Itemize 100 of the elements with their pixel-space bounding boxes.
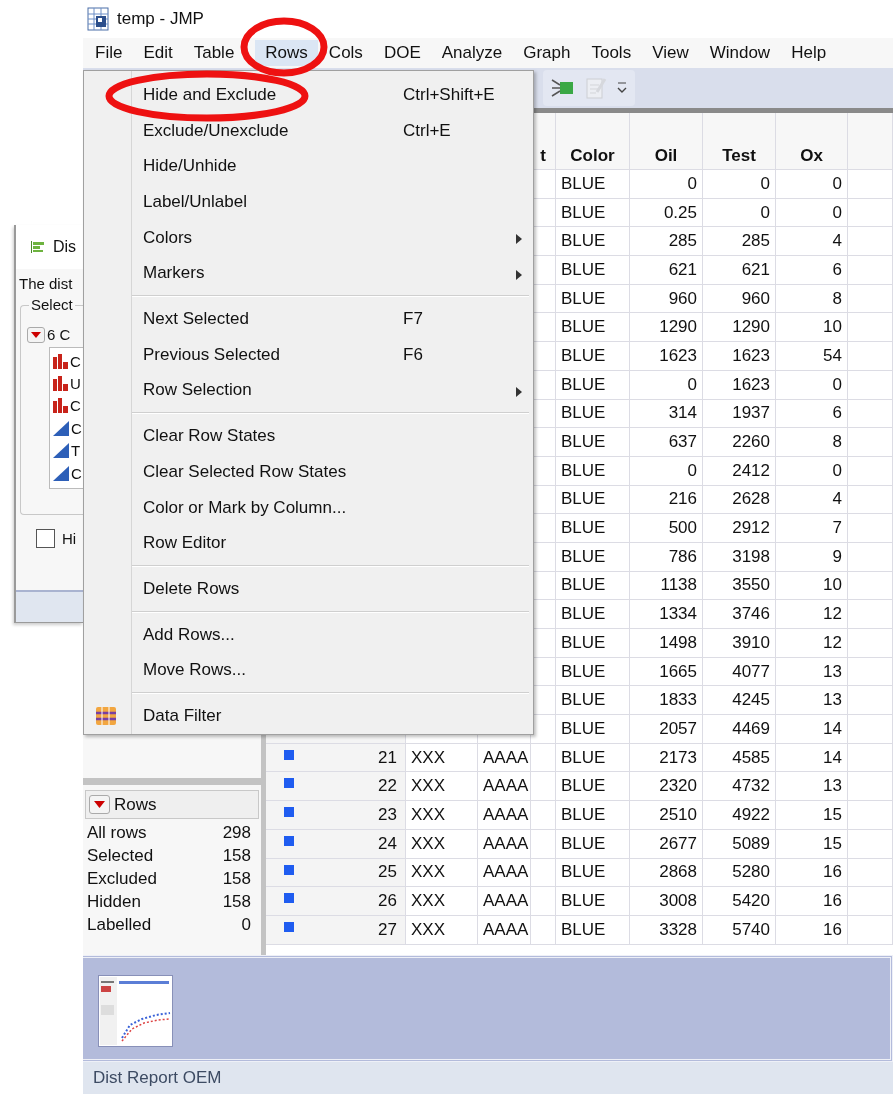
overflow-chevron-icon[interactable] (617, 81, 627, 95)
table-cell: 2628 (703, 485, 776, 515)
table-cell (848, 428, 893, 457)
menu-item[interactable]: Cols (318, 40, 373, 66)
menu-item[interactable]: Help (781, 40, 837, 66)
table-cell (848, 370, 893, 400)
row-header[interactable]: 24 (266, 829, 406, 859)
table-cell: XXX (406, 772, 478, 802)
table-cell: 3328 (630, 915, 703, 945)
disclosure-button[interactable] (27, 326, 45, 343)
disclosure-button[interactable] (89, 795, 110, 814)
table-cell: 16 (776, 858, 848, 888)
row-header[interactable]: 25 (266, 858, 406, 888)
table-cell: 0 (776, 198, 848, 228)
table-cell (848, 915, 893, 945)
column-header[interactable]: Test (703, 113, 776, 170)
table-cell (848, 514, 893, 543)
checkbox[interactable] (36, 529, 55, 548)
menu-item[interactable]: Analyze (431, 40, 513, 66)
menu-item[interactable]: Table (183, 40, 245, 66)
table-cell (848, 256, 893, 285)
network-icon[interactable] (551, 77, 575, 99)
column-name[interactable]: C (71, 419, 82, 437)
list-header: 6 C (47, 326, 71, 343)
menu-option[interactable]: Hide/Unhide (84, 148, 533, 185)
column-list[interactable]: C U C C T C (49, 347, 83, 490)
menu-item[interactable]: Graph (513, 40, 581, 66)
menu-item[interactable]: Tools (581, 40, 642, 66)
column-header[interactable]: Oil (630, 113, 703, 170)
menu-item[interactable]: Edit (133, 40, 183, 66)
column-header[interactable]: Ox (776, 113, 848, 170)
menu-option[interactable]: Clear Row States (84, 418, 533, 455)
menu-option[interactable]: Exclude/Unexclude Ctrl+E (84, 112, 533, 149)
menu-option[interactable]: Next Selected F7 (84, 301, 533, 337)
menu-item[interactable]: File (85, 40, 133, 66)
table-cell (848, 858, 893, 888)
rows-dropdown-menu[interactable] (83, 70, 534, 735)
menu-option[interactable]: Clear Selected Row States (84, 454, 533, 490)
menu-option[interactable]: Previous Selected F6 (84, 336, 533, 373)
table-cell: 5280 (703, 858, 776, 888)
table-cell (848, 657, 893, 687)
splitter-handle[interactable] (83, 778, 261, 785)
table-cell: AAAA (478, 772, 531, 802)
column-name[interactable]: U (70, 375, 81, 393)
menu-option[interactable]: Color or Mark by Column... (84, 489, 533, 526)
table-cell: 12 (776, 629, 848, 658)
table-cell: BLUE (556, 256, 630, 285)
row-header[interactable]: 23 (266, 801, 406, 830)
bar-chart-icon (53, 353, 68, 369)
table-cell: 786 (630, 542, 703, 572)
menu-option[interactable]: Label/Unlabel (84, 184, 533, 220)
table-cell (848, 227, 893, 257)
table-cell: 14 (776, 715, 848, 744)
dropdown-triangle-icon[interactable] (94, 801, 105, 808)
row-header[interactable]: 26 (266, 887, 406, 916)
table-cell: 1623 (630, 342, 703, 371)
menu-option[interactable]: Add Rows... (84, 616, 533, 653)
menu-item[interactable]: Window (699, 40, 781, 66)
menu-item[interactable]: Rows (255, 40, 318, 66)
table-cell (848, 542, 893, 572)
table-cell: BLUE (556, 915, 630, 945)
table-cell: 2173 (630, 743, 703, 773)
table-cell: 16 (776, 915, 848, 945)
dropdown-triangle-icon[interactable] (31, 331, 41, 338)
stat-value: 0 (240, 914, 251, 936)
table-cell: AAAA (478, 743, 531, 773)
table-cell (848, 342, 893, 371)
row-header[interactable]: 22 (266, 772, 406, 802)
column-name[interactable]: C (70, 352, 81, 370)
menu-option[interactable]: Row Selection (84, 372, 533, 409)
menu-item[interactable]: DOE (373, 40, 431, 66)
column-header[interactable]: Color (556, 113, 630, 170)
stat-value: 158 (222, 845, 251, 867)
table-cell: 4469 (703, 715, 776, 744)
menu-option[interactable]: Row Editor (84, 525, 533, 562)
row-number: 23 (378, 804, 397, 825)
table-cell (848, 686, 893, 716)
column-name[interactable]: C (70, 397, 81, 415)
panel-title: Rows (114, 794, 157, 815)
report-thumbnail-drawing[interactable] (98, 975, 173, 1047)
table-cell: 960 (630, 284, 703, 314)
menu-option[interactable]: Move Rows... (84, 652, 533, 689)
row-header[interactable]: 27 (266, 915, 406, 945)
menu-option[interactable]: Colors (84, 219, 533, 256)
row-header[interactable]: 21 (266, 743, 406, 773)
menu-option[interactable]: Data Filter (84, 698, 533, 734)
table-cell: 2412 (703, 456, 776, 486)
column-name[interactable]: T (71, 442, 81, 460)
table-cell: 4245 (703, 686, 776, 716)
table-cell: 2260 (703, 428, 776, 457)
row-number: 26 (378, 891, 397, 912)
menu-option[interactable]: Markers (84, 255, 533, 292)
table-cell: 1290 (703, 313, 776, 343)
table-cell: BLUE (556, 514, 630, 543)
menu-item[interactable]: View (642, 40, 699, 66)
table-cell: 3746 (703, 600, 776, 629)
table-cell (531, 887, 556, 916)
table-cell: 0 (703, 198, 776, 228)
menu-option[interactable]: Delete Rows (84, 571, 533, 607)
column-name[interactable]: C (71, 464, 82, 482)
